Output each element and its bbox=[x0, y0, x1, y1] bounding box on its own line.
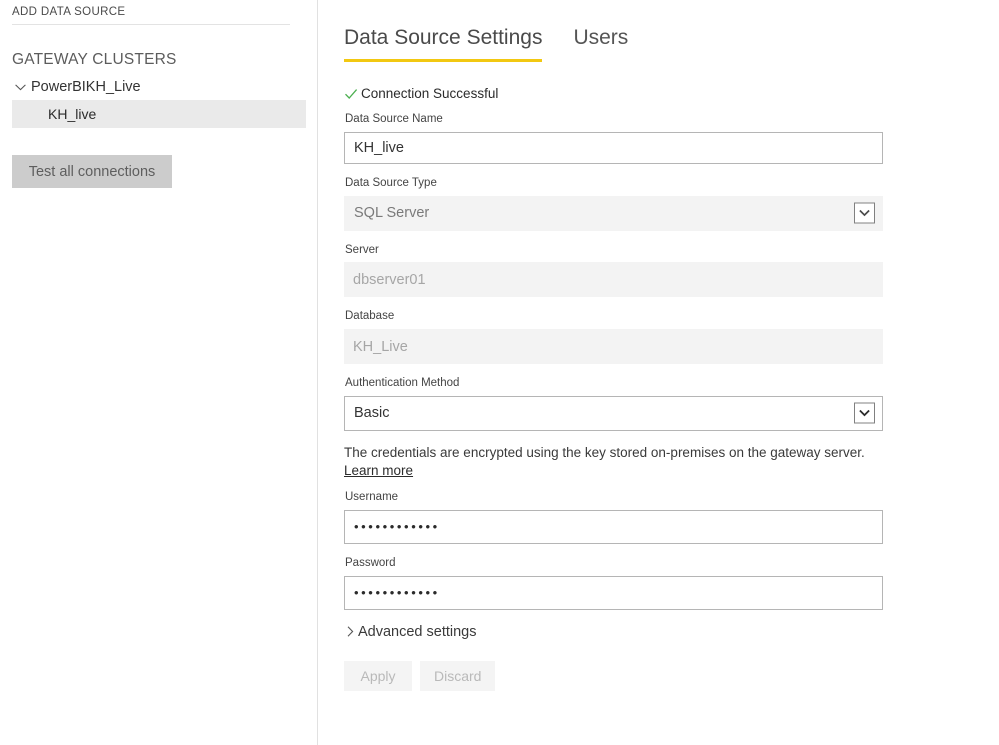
apply-button[interactable]: Apply bbox=[344, 660, 412, 691]
field-authentication-method: Authentication Method Basic bbox=[344, 377, 884, 431]
password-input[interactable]: •••••••••••• bbox=[344, 575, 883, 610]
field-server: Server dbserver01 bbox=[344, 244, 884, 298]
data-source-type-field-label: Data Source Type bbox=[345, 176, 437, 189]
data-source-form: Data Source Name Data Source Type SQL Se… bbox=[344, 113, 884, 691]
check-icon bbox=[344, 87, 358, 101]
field-username: Username •••••••••••• bbox=[344, 491, 884, 544]
data-source-type-select-wrap: SQL Server bbox=[344, 195, 883, 231]
gateway-data-source-page: ADD DATA SOURCE GATEWAY CLUSTERS PowerBI… bbox=[0, 0, 999, 745]
form-actions: Apply Discard bbox=[344, 660, 884, 691]
data-source-name-label: KH_live bbox=[48, 106, 97, 122]
advanced-settings-toggle[interactable]: Advanced settings bbox=[344, 624, 477, 640]
main-panel: Data Source Settings Users Connection Su… bbox=[319, 0, 999, 745]
field-data-source-type: Data Source Type SQL Server bbox=[344, 177, 884, 231]
tab-data-source-settings[interactable]: Data Source Settings bbox=[344, 26, 543, 62]
field-password: Password •••••••••••• bbox=[344, 557, 884, 610]
credentials-note: The credentials are encrypted using the … bbox=[344, 444, 884, 479]
authentication-method-select[interactable]: Basic bbox=[344, 395, 883, 431]
authentication-method-field-label: Authentication Method bbox=[345, 377, 460, 390]
password-field-label: Password bbox=[345, 556, 396, 569]
sidebar-divider bbox=[12, 24, 290, 25]
field-data-source-name: Data Source Name bbox=[344, 113, 884, 164]
server-field-label: Server bbox=[345, 243, 379, 256]
server-input: dbserver01 bbox=[344, 262, 883, 298]
connection-status-text: Connection Successful bbox=[361, 86, 499, 101]
field-database: Database KH_Live bbox=[344, 310, 884, 365]
tab-users[interactable]: Users bbox=[573, 26, 628, 62]
credentials-note-text: The credentials are encrypted using the … bbox=[344, 444, 865, 460]
authentication-method-select-wrap: Basic bbox=[344, 395, 883, 431]
sidebar-item-kh-live[interactable]: KH_live bbox=[12, 100, 306, 128]
chevron-down-icon[interactable] bbox=[12, 79, 28, 95]
username-input[interactable]: •••••••••••• bbox=[344, 509, 883, 544]
data-source-name-field-label: Data Source Name bbox=[345, 113, 443, 125]
gateway-clusters-heading: GATEWAY CLUSTERS bbox=[12, 51, 177, 68]
test-all-connections-button[interactable]: Test all connections bbox=[12, 155, 172, 188]
database-input: KH_Live bbox=[344, 329, 883, 365]
learn-more-link[interactable]: Learn more bbox=[344, 463, 413, 478]
tab-bar: Data Source Settings Users bbox=[344, 26, 659, 62]
sidebar: ADD DATA SOURCE GATEWAY CLUSTERS PowerBI… bbox=[0, 0, 318, 745]
chevron-right-icon[interactable] bbox=[344, 625, 356, 639]
database-field-label: Database bbox=[345, 310, 395, 323]
gateway-cluster-name: PowerBIKH_Live bbox=[31, 79, 141, 95]
username-field-label: Username bbox=[345, 491, 399, 504]
data-source-name-input[interactable] bbox=[344, 131, 883, 164]
gateway-cluster-row[interactable]: PowerBIKH_Live bbox=[12, 76, 312, 98]
connection-status: Connection Successful bbox=[344, 86, 498, 101]
chevron-down-icon[interactable] bbox=[854, 402, 875, 424]
add-data-source-link[interactable]: ADD DATA SOURCE bbox=[12, 6, 125, 18]
chevron-down-icon[interactable] bbox=[854, 202, 875, 224]
discard-button[interactable]: Discard bbox=[420, 660, 496, 691]
data-source-type-select[interactable]: SQL Server bbox=[344, 195, 883, 231]
advanced-settings-label: Advanced settings bbox=[358, 623, 477, 640]
